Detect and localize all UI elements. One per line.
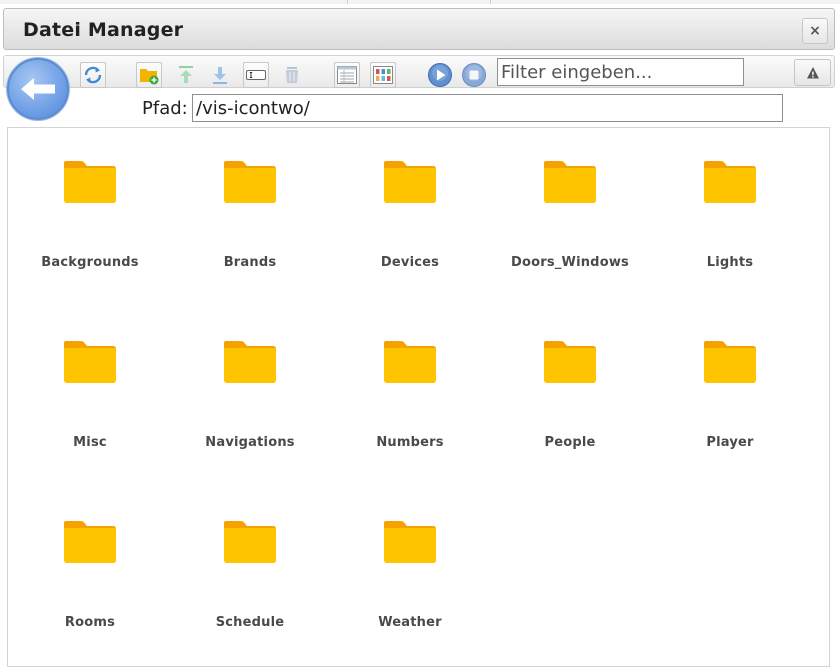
folder-icon: [384, 161, 436, 203]
folder-name: Numbers: [376, 435, 444, 450]
play-button[interactable]: [427, 62, 453, 88]
new-folder-button[interactable]: [136, 62, 162, 88]
new-folder-icon: [140, 69, 159, 85]
folder-name: Rooms: [64, 615, 116, 630]
warning-icon: !: [806, 66, 819, 79]
download-button[interactable]: [207, 62, 233, 88]
folder-icon: [64, 341, 116, 383]
path-input[interactable]: [192, 94, 783, 122]
folder-icon: [64, 161, 116, 203]
close-button[interactable]: ×: [802, 18, 828, 44]
rename-button[interactable]: [243, 62, 269, 88]
stop-icon: [462, 63, 486, 87]
filter-input[interactable]: [497, 58, 744, 86]
upload-icon: [179, 66, 193, 83]
file-list: Backgrounds Brands Devices Doors_Windows…: [7, 127, 830, 667]
folder-icon: [704, 161, 756, 203]
warning-button[interactable]: !: [794, 59, 831, 86]
folder-item-schedule[interactable]: Schedule: [175, 488, 325, 630]
folder-name: Weather: [378, 615, 442, 630]
folder-name: Lights: [706, 255, 754, 270]
rename-icon: [246, 70, 266, 80]
table-view-button[interactable]: [334, 62, 360, 88]
folder-item-lights[interactable]: Lights: [655, 128, 805, 270]
folder-name: Devices: [380, 255, 440, 270]
title-bar[interactable]: Datei Manager ×: [3, 8, 835, 50]
folder-name: Backgrounds: [41, 255, 139, 270]
table-view-icon: [337, 66, 357, 84]
folder-name: Navigations: [205, 435, 295, 450]
folder-item-devices[interactable]: Devices: [335, 128, 485, 270]
folder-icon: [64, 521, 116, 563]
folder-name: People: [544, 435, 596, 450]
upload-button[interactable]: [173, 62, 199, 88]
folder-name: Misc: [73, 435, 107, 450]
icon-view-button[interactable]: [370, 62, 396, 88]
folder-name: Schedule: [215, 615, 285, 630]
arrow-left-icon: [21, 78, 55, 100]
folder-item-backgrounds[interactable]: Backgrounds: [15, 128, 165, 270]
path-label: Pfad:: [142, 98, 188, 119]
folder-item-weather[interactable]: Weather: [335, 488, 485, 630]
folder-name: Player: [706, 435, 754, 450]
close-icon: ×: [809, 23, 821, 39]
folder-item-misc[interactable]: Misc: [15, 308, 165, 450]
folder-item-people[interactable]: People: [495, 308, 645, 450]
back-button[interactable]: [7, 58, 69, 120]
folder-icon: [704, 341, 756, 383]
folder-icon: [224, 161, 276, 203]
icon-view-icon: [373, 66, 393, 84]
folder-icon: [544, 161, 596, 203]
folder-item-navigations[interactable]: Navigations: [175, 308, 325, 450]
delete-icon: [286, 67, 298, 83]
folder-icon: [224, 521, 276, 563]
folder-name: Brands: [223, 255, 277, 270]
folder-icon: [224, 341, 276, 383]
folder-name: Doors_Windows: [511, 255, 629, 270]
refresh-icon: [84, 66, 102, 84]
folder-item-rooms[interactable]: Rooms: [15, 488, 165, 630]
stop-button[interactable]: [461, 62, 487, 88]
delete-button[interactable]: [279, 62, 305, 88]
folder-icon: [544, 341, 596, 383]
download-icon: [213, 67, 227, 84]
folder-item-brands[interactable]: Brands: [175, 128, 325, 270]
dialog-title: Datei Manager: [23, 19, 184, 41]
folder-icon: [384, 521, 436, 563]
folder-item-player[interactable]: Player: [655, 308, 805, 450]
svg-text:!: !: [811, 70, 815, 79]
folder-item-doors-windows[interactable]: Doors_Windows: [495, 128, 645, 270]
play-icon: [428, 63, 452, 87]
folder-icon: [384, 341, 436, 383]
refresh-button[interactable]: [80, 62, 106, 88]
folder-item-numbers[interactable]: Numbers: [335, 308, 485, 450]
